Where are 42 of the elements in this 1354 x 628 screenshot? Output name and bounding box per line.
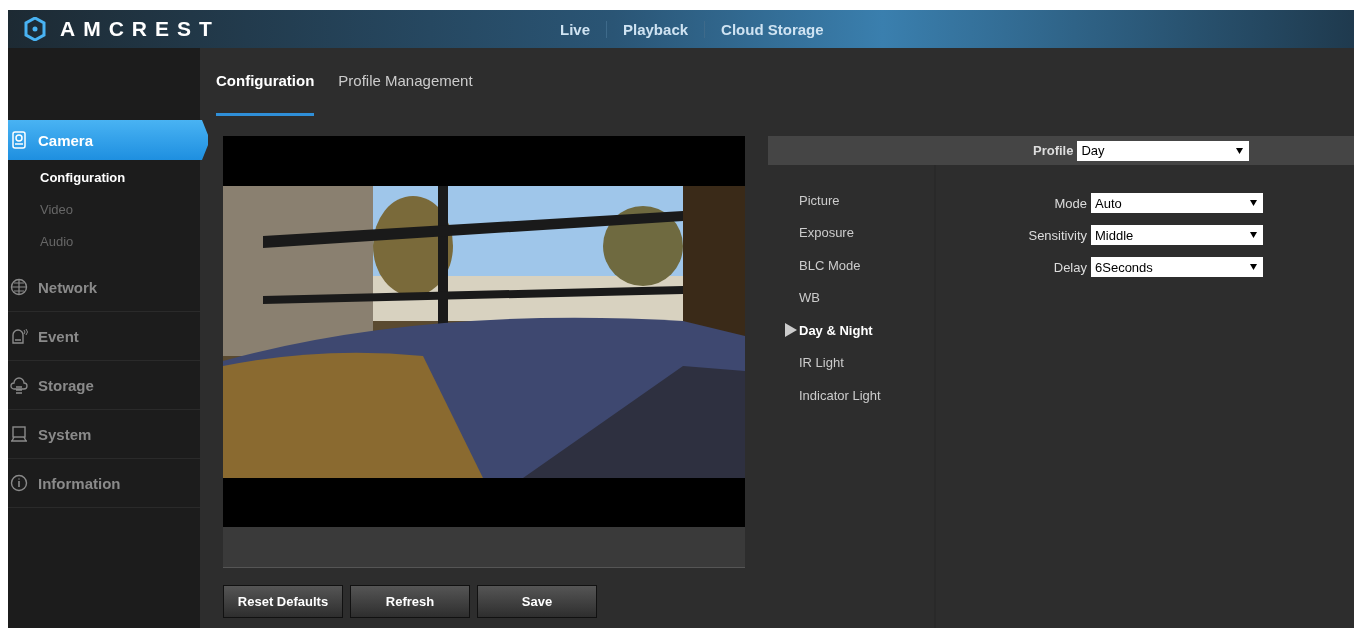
sidebar-item[interactable]: System — [8, 410, 208, 458]
logo-icon — [24, 17, 46, 41]
sidebar-subitem[interactable]: Configuration — [8, 161, 132, 193]
settings-menu-item[interactable]: IR Light — [768, 346, 934, 379]
sidebar-item[interactable]: Storage — [8, 361, 208, 409]
settings-menu-item[interactable]: Day & Night — [768, 314, 934, 347]
settings-menu-item[interactable]: BLC Mode — [768, 249, 934, 282]
field-label: Sensitivity — [1027, 227, 1087, 243]
dropdown[interactable]: 6Seconds — [1091, 257, 1263, 277]
action-button[interactable]: Reset Defaults — [223, 585, 343, 618]
dropdown[interactable]: Auto — [1091, 193, 1263, 213]
computer-icon — [10, 425, 28, 443]
alarm-icon — [10, 327, 28, 345]
sidebar-item[interactable]: Network — [8, 263, 208, 311]
profile-select[interactable]: Day — [1077, 140, 1250, 161]
caret-icon — [1250, 232, 1257, 238]
tab[interactable]: Configuration — [216, 48, 315, 116]
action-button[interactable]: Save — [477, 585, 597, 618]
settings-menu-item[interactable]: Indicator Light — [768, 379, 934, 412]
settings-menu-item[interactable]: Exposure — [768, 216, 934, 249]
tab[interactable]: Profile Management — [338, 48, 473, 116]
nav-link[interactable]: Playback — [607, 20, 706, 38]
nav-link[interactable]: Live — [544, 20, 607, 38]
caret-icon — [1250, 200, 1257, 206]
globe-icon — [10, 278, 28, 296]
settings-menu-item[interactable]: WB — [768, 281, 934, 314]
field-label: Mode — [1053, 195, 1087, 211]
pointer-icon — [785, 323, 797, 338]
logo-text: AMCREST — [60, 17, 220, 41]
field-label: Profile — [1033, 143, 1074, 158]
sidebar-item[interactable]: Event — [8, 312, 208, 360]
action-button[interactable]: Refresh — [350, 585, 470, 618]
field-label: Delay — [1052, 259, 1087, 275]
settings-menu-item[interactable]: Picture — [768, 184, 934, 217]
camera-icon — [10, 131, 28, 149]
dropdown[interactable]: Middle — [1091, 225, 1263, 245]
caret-icon — [1236, 147, 1244, 154]
nav-link[interactable]: Cloud Storage — [705, 20, 840, 38]
info-icon — [10, 474, 28, 492]
caret-icon — [1250, 264, 1257, 270]
cloud-icon — [10, 376, 28, 394]
sidebar-item[interactable]: Information — [8, 459, 208, 507]
